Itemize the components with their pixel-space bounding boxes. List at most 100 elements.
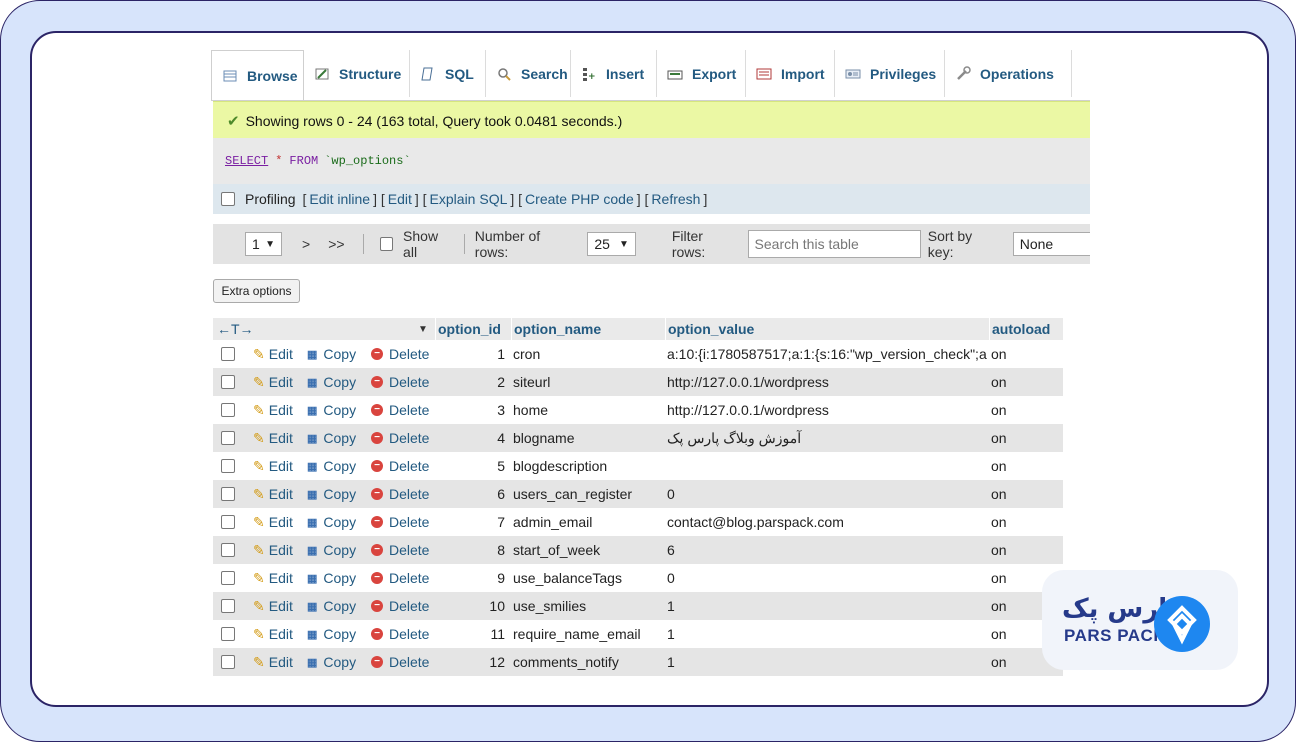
edit-label: Edit bbox=[268, 430, 293, 446]
row-edit-button[interactable]: ✎ Edit bbox=[253, 480, 293, 508]
row-checkbox[interactable] bbox=[221, 424, 235, 452]
row-delete-button[interactable]: − Delete bbox=[371, 368, 429, 396]
tab-sql[interactable]: SQL bbox=[410, 50, 486, 97]
row-edit-button[interactable]: ✎ Edit bbox=[253, 592, 293, 620]
row-checkbox[interactable] bbox=[221, 508, 235, 536]
checkbox[interactable] bbox=[221, 571, 235, 585]
checkbox[interactable] bbox=[221, 599, 235, 613]
row-checkbox[interactable] bbox=[221, 368, 235, 396]
row-checkbox[interactable] bbox=[221, 648, 235, 676]
row-delete-button[interactable]: − Delete bbox=[371, 452, 429, 480]
tab-structure[interactable]: Structure bbox=[304, 50, 410, 97]
row-checkbox[interactable] bbox=[221, 536, 235, 564]
delete-label: Delete bbox=[389, 654, 430, 670]
row-checkbox[interactable] bbox=[221, 564, 235, 592]
checkbox[interactable] bbox=[221, 655, 235, 669]
tab-insert[interactable]: + Insert bbox=[571, 50, 657, 97]
row-edit-button[interactable]: ✎ Edit bbox=[253, 452, 293, 480]
last-page-button[interactable]: >> bbox=[328, 236, 344, 252]
tab-operations[interactable]: Operations bbox=[945, 50, 1072, 97]
delete-icon: − bbox=[371, 516, 383, 528]
checkbox[interactable] bbox=[221, 543, 235, 557]
row-edit-button[interactable]: ✎ Edit bbox=[253, 368, 293, 396]
row-edit-button[interactable]: ✎ Edit bbox=[253, 396, 293, 424]
create-php-code-link[interactable]: Create PHP code bbox=[525, 191, 634, 207]
tab-privileges[interactable]: Privileges bbox=[835, 50, 945, 97]
row-copy-button[interactable]: ▦ Copy bbox=[307, 620, 356, 648]
checkbox[interactable] bbox=[221, 347, 235, 361]
tab-export[interactable]: Export bbox=[657, 50, 746, 97]
column-autoload[interactable]: autoload bbox=[989, 318, 1066, 340]
column-arrows[interactable]: ←T→ bbox=[217, 318, 254, 340]
row-edit-button[interactable]: ✎ Edit bbox=[253, 564, 293, 592]
row-checkbox[interactable] bbox=[221, 340, 235, 368]
page-select[interactable]: 1 ▼ bbox=[245, 232, 283, 256]
row-edit-button[interactable]: ✎ Edit bbox=[253, 536, 293, 564]
row-delete-button[interactable]: − Delete bbox=[371, 592, 429, 620]
tab-browse[interactable]: Browse bbox=[211, 50, 304, 100]
row-delete-button[interactable]: − Delete bbox=[371, 424, 429, 452]
sort-down-icon[interactable]: ▼ bbox=[418, 318, 428, 340]
row-checkbox[interactable] bbox=[221, 480, 235, 508]
row-copy-button[interactable]: ▦ Copy bbox=[307, 508, 356, 536]
cell-option-id: 1 bbox=[497, 346, 505, 362]
row-copy-button[interactable]: ▦ Copy bbox=[307, 480, 356, 508]
refresh-link[interactable]: Refresh bbox=[651, 191, 700, 207]
rows-select[interactable]: 25 ▼ bbox=[587, 232, 636, 256]
cell-option-id: 2 bbox=[497, 374, 505, 390]
row-copy-button[interactable]: ▦ Copy bbox=[307, 564, 356, 592]
filter-input[interactable]: Search this table bbox=[747, 230, 921, 258]
row-copy-button[interactable]: ▦ Copy bbox=[307, 592, 356, 620]
row-edit-button[interactable]: ✎ Edit bbox=[253, 620, 293, 648]
next-page-button[interactable]: > bbox=[302, 236, 310, 252]
extra-options-button[interactable]: Extra options bbox=[213, 279, 300, 303]
row-edit-button[interactable]: ✎ Edit bbox=[253, 648, 293, 676]
cell-option-id: 5 bbox=[497, 458, 505, 474]
row-delete-button[interactable]: − Delete bbox=[371, 508, 429, 536]
row-delete-button[interactable]: − Delete bbox=[371, 480, 429, 508]
checkbox[interactable] bbox=[221, 459, 235, 473]
row-delete-button[interactable]: − Delete bbox=[371, 620, 429, 648]
column-option-name[interactable]: option_name bbox=[511, 318, 664, 340]
checkbox[interactable] bbox=[221, 431, 235, 445]
checkbox[interactable] bbox=[221, 403, 235, 417]
row-copy-button[interactable]: ▦ Copy bbox=[307, 424, 356, 452]
row-delete-button[interactable]: − Delete bbox=[371, 340, 429, 368]
table-row: ✎ Edit ▦ Copy − Delete 1 cron a:10:{i:1780587517… bbox=[213, 340, 1063, 368]
checkbox[interactable] bbox=[221, 627, 235, 641]
column-option-value[interactable]: option_value bbox=[665, 318, 988, 340]
row-edit-button[interactable]: ✎ Edit bbox=[253, 340, 293, 368]
tab-search[interactable]: Search bbox=[486, 50, 571, 97]
column-option-id[interactable]: option_id bbox=[435, 318, 508, 340]
row-checkbox[interactable] bbox=[221, 592, 235, 620]
checkbox[interactable] bbox=[221, 375, 235, 389]
edit-link[interactable]: Edit bbox=[388, 191, 412, 207]
row-copy-button[interactable]: ▦ Copy bbox=[307, 396, 356, 424]
explain-sql-link[interactable]: Explain SQL bbox=[430, 191, 508, 207]
row-copy-button[interactable]: ▦ Copy bbox=[307, 340, 356, 368]
pencil-icon: ✎ bbox=[253, 485, 265, 502]
tab-import[interactable]: Import bbox=[746, 50, 835, 97]
checkbox[interactable] bbox=[221, 515, 235, 529]
cell-option-id: 11 bbox=[490, 626, 505, 642]
edit-inline-link[interactable]: Edit inline bbox=[309, 191, 370, 207]
row-copy-button[interactable]: ▦ Copy bbox=[307, 452, 356, 480]
row-copy-button[interactable]: ▦ Copy bbox=[307, 536, 356, 564]
row-checkbox[interactable] bbox=[221, 452, 235, 480]
row-checkbox[interactable] bbox=[221, 620, 235, 648]
row-copy-button[interactable]: ▦ Copy bbox=[307, 368, 356, 396]
row-delete-button[interactable]: − Delete bbox=[371, 648, 429, 676]
row-edit-button[interactable]: ✎ Edit bbox=[253, 424, 293, 452]
row-delete-button[interactable]: − Delete bbox=[371, 536, 429, 564]
row-checkbox[interactable] bbox=[221, 396, 235, 424]
profiling-checkbox[interactable] bbox=[221, 192, 235, 206]
row-copy-button[interactable]: ▦ Copy bbox=[307, 648, 356, 676]
row-delete-button[interactable]: − Delete bbox=[371, 564, 429, 592]
sort-select[interactable]: None bbox=[1012, 232, 1090, 256]
show-all-checkbox[interactable] bbox=[379, 237, 394, 251]
row-delete-button[interactable]: − Delete bbox=[371, 396, 429, 424]
checkbox[interactable] bbox=[221, 487, 235, 501]
sql-select-keyword[interactable]: SELECT bbox=[225, 154, 268, 168]
copy-icon: ▦ bbox=[307, 376, 318, 389]
row-edit-button[interactable]: ✎ Edit bbox=[253, 508, 293, 536]
